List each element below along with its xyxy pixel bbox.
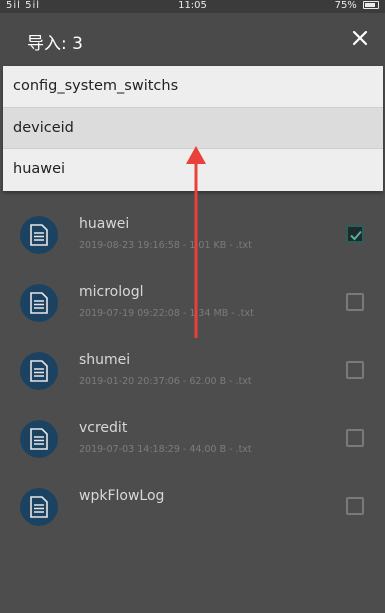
- file-icon: [20, 488, 58, 526]
- battery-icon: [363, 1, 379, 9]
- autocomplete-dropdown: config_system_switchs deviceid huawei: [3, 66, 383, 191]
- file-checkbox[interactable]: [346, 361, 364, 379]
- file-checkbox[interactable]: [346, 225, 364, 243]
- list-item[interactable]: huawei 2019-08-23 19:16:58 - 1.01 KB - .t…: [0, 202, 385, 270]
- file-icon: [20, 216, 58, 254]
- file-checkbox[interactable]: [346, 293, 364, 311]
- dialog-header: 导入: 3: [0, 13, 385, 66]
- file-name: micrologl: [79, 284, 144, 300]
- file-name: huawei: [79, 216, 130, 232]
- status-right: 75%: [335, 0, 379, 11]
- file-meta: 2019-07-19 09:22:08 - 1.34 MB - .txt: [79, 308, 254, 319]
- file-meta: 2019-07-03 14:18:29 - 44.00 B - .txt: [79, 444, 252, 455]
- file-checkbox[interactable]: [346, 429, 364, 447]
- file-icon: [20, 420, 58, 458]
- file-icon: [20, 352, 58, 390]
- dropdown-option[interactable]: huawei: [3, 149, 383, 191]
- list-item[interactable]: micrologl 2019-07-19 09:22:08 - 1.34 MB -…: [0, 270, 385, 338]
- file-meta: 2019-01-20 20:37:06 - 62.00 B - .txt: [79, 376, 252, 387]
- dropdown-option[interactable]: deviceid: [3, 107, 383, 150]
- dropdown-option[interactable]: config_system_switchs: [3, 66, 383, 108]
- list-item[interactable]: shumei 2019-01-20 20:37:06 - 62.00 B - .t…: [0, 338, 385, 406]
- file-icon: [20, 284, 58, 322]
- file-name: vcredit: [79, 420, 128, 436]
- battery-percent: 75%: [334, 0, 357, 11]
- status-bar: 5il 5il 11:05 75%: [0, 0, 385, 13]
- close-icon[interactable]: [349, 27, 371, 49]
- dialog-title: 导入: 3: [27, 34, 83, 54]
- file-checkbox[interactable]: [346, 497, 364, 515]
- file-name: shumei: [79, 352, 131, 368]
- file-meta: 2019-08-23 19:16:58 - 1.01 KB - .txt: [79, 240, 252, 251]
- list-item[interactable]: vcredit 2019-07-03 14:18:29 - 44.00 B - .…: [0, 406, 385, 474]
- list-item[interactable]: wpkFlowLog: [0, 474, 385, 542]
- file-name: wpkFlowLog: [79, 488, 165, 504]
- status-time: 11:05: [178, 0, 207, 11]
